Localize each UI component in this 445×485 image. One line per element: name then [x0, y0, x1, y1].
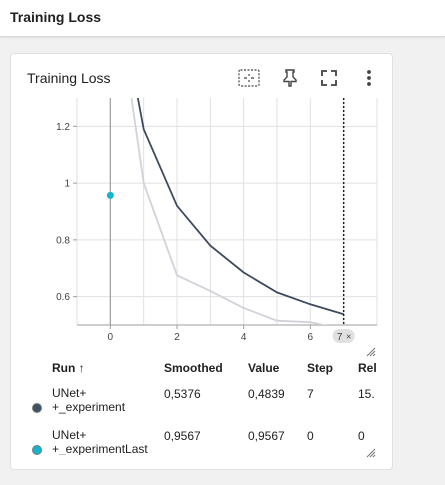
- run-name-line: UNet+: [52, 386, 87, 400]
- pin-icon[interactable]: [278, 66, 302, 90]
- card-title: Training Loss: [27, 70, 111, 86]
- chart-resize-handle[interactable]: [366, 344, 376, 357]
- page-title: Training Loss: [10, 9, 102, 25]
- run-color-dot: [32, 445, 42, 455]
- col-step-header[interactable]: Step: [307, 361, 333, 375]
- y-tick-label: 1.2: [56, 122, 70, 133]
- col-relative-header[interactable]: Rel: [358, 361, 377, 375]
- x-tick-label: 2: [174, 332, 180, 343]
- col-smoothed-header[interactable]: Smoothed: [164, 361, 223, 375]
- chart-card: Training Loss 0.60.811.20246 7×: [10, 53, 393, 470]
- chart-svg[interactable]: 0.6 0.8 1 1.2 0 2 4 6 7 ×: [11, 98, 393, 356]
- more-vert-icon[interactable]: [357, 66, 381, 90]
- smoothed-loss-line: [136, 98, 344, 316]
- loss-chart[interactable]: 0.6 0.8 1 1.2 0 2 4 6 7 ×: [11, 98, 393, 356]
- raw-value: 0,9567: [248, 429, 285, 443]
- smoothed-value: 0,9567: [164, 429, 201, 443]
- x-tick-label: 0: [108, 332, 114, 343]
- run-name-clip: UNet+ +_experimentLast: [52, 428, 164, 455]
- raw-value: 0,4839: [248, 387, 285, 401]
- card-resize-handle[interactable]: [366, 445, 376, 458]
- run-name-line: +_experimentLast: [52, 442, 148, 455]
- run-color-dot: [32, 403, 42, 413]
- hover-close-icon: ×: [346, 332, 351, 342]
- hover-step-label: 7: [337, 332, 343, 343]
- run-name-line: +_experiment: [52, 400, 126, 414]
- y-tick-label: 0.6: [56, 292, 70, 303]
- step-value: 7: [307, 387, 314, 401]
- relative-value: 15.: [358, 387, 378, 401]
- y-tick-label: 0.8: [56, 235, 70, 246]
- x-tick-label: 4: [241, 332, 247, 343]
- run-name-line: UNet+: [52, 428, 87, 442]
- experiment-last-point: [106, 191, 114, 199]
- col-value-header[interactable]: Value: [248, 361, 279, 375]
- top-bar: Training Loss: [0, 0, 445, 37]
- relative-value: 0: [358, 429, 365, 443]
- col-run-header[interactable]: Run ↑: [52, 361, 85, 375]
- fullscreen-icon[interactable]: [317, 66, 341, 90]
- x-tick-label: 6: [308, 332, 314, 343]
- smoothed-value: 0,5376: [164, 387, 201, 401]
- run-name: UNet+ +_experiment: [52, 386, 162, 414]
- run-name: UNet+ +_experimentLast: [52, 428, 164, 455]
- fit-domain-icon[interactable]: [237, 66, 261, 90]
- y-tick-label: 1: [64, 179, 70, 190]
- step-value: 0: [307, 429, 314, 443]
